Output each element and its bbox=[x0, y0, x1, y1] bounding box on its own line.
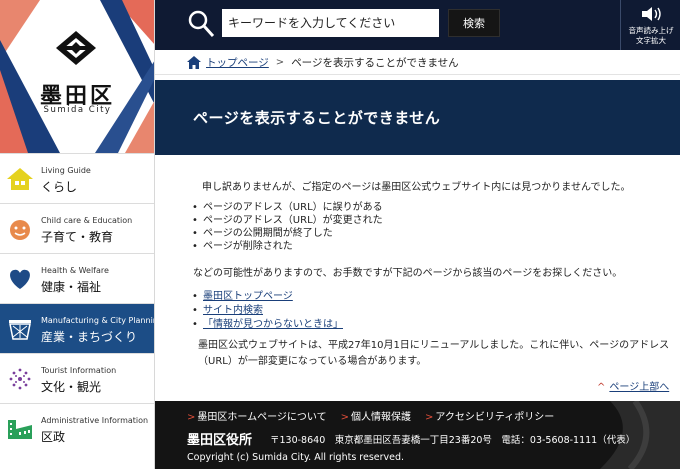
house-icon bbox=[7, 168, 33, 190]
voice-reader-button[interactable]: 音声読み上げ 文字拡大 bbox=[620, 0, 680, 50]
child-face-icon bbox=[10, 220, 30, 240]
sidebar-item-tourism[interactable]: Tourist Information 文化・観光 bbox=[0, 353, 154, 403]
sidebar-item-en-label: Child care & Education bbox=[41, 216, 133, 225]
logo-decoration bbox=[0, 0, 154, 153]
possibility-text: などの可能性がありますので、お手数ですが下記のページから該当のページをお探しくだ… bbox=[193, 268, 623, 279]
chevron-right-icon: > bbox=[275, 56, 285, 68]
sidebar-item-en-label: Manufacturing & City Planning bbox=[41, 316, 155, 325]
search-button[interactable]: 検索 bbox=[448, 9, 500, 37]
sumida-emblem-icon bbox=[56, 31, 96, 65]
footer-link-label: アクセシビリティポリシー bbox=[435, 412, 555, 423]
header: 検索 音声読み上げ 文字拡大 bbox=[155, 0, 680, 50]
fireworks-icon bbox=[9, 368, 31, 390]
basket-icon bbox=[9, 320, 31, 340]
list-item: • 「情報が見つからないときは」 bbox=[192, 319, 343, 330]
voice-line-1: 音声読み上げ bbox=[628, 26, 674, 35]
sidebar: 墨田区 Sumida City Living Guide くらし Child c… bbox=[0, 0, 155, 469]
footer-links: > 墨田区ホームページについて > 個人情報保護 > アクセシビリティポリシー bbox=[187, 408, 568, 423]
sidebar-item-jp-label: くらし bbox=[41, 180, 78, 194]
sidebar-item-jp-label: 産業・まちづくり bbox=[41, 330, 138, 344]
sidebar-item-health[interactable]: Health & Welfare 健康・福祉 bbox=[0, 253, 154, 303]
apology-text: 申し訳ありませんが、ご指定のページは墨田区公式ウェブサイト内には見つかりませんで… bbox=[202, 182, 631, 193]
logo-area[interactable]: 墨田区 Sumida City bbox=[0, 0, 154, 153]
sidebar-item-childcare[interactable]: Child care & Education 子育て・教育 bbox=[0, 203, 154, 253]
reason-list: • ページのアドレス（URL）に誤りがある • ページのアドレス（URL）が変更され… bbox=[192, 198, 383, 252]
sidebar-item-en-label: Health & Welfare bbox=[41, 266, 109, 275]
reason-text: ページが削除された bbox=[203, 241, 293, 252]
sidebar-item-jp-label: 健康・福祉 bbox=[41, 280, 102, 294]
sidebar-item-en-label: Tourist Information bbox=[41, 366, 117, 375]
renewal-notice: 墨田区公式ウェブサイトは、平成27年10月1日にリニューアルしました。これに伴い… bbox=[198, 340, 670, 367]
sidebar-item-jp-label: 区政 bbox=[41, 430, 66, 444]
home-icon bbox=[187, 55, 201, 69]
list-item: • サイト内検索 bbox=[192, 305, 263, 316]
list-item: • ページのアドレス（URL）が変更された bbox=[192, 215, 383, 226]
voice-reader-label: 音声読み上げ 文字拡大 bbox=[621, 26, 680, 46]
footer-link-accessibility[interactable]: > アクセシビリティポリシー bbox=[425, 408, 554, 423]
not-found-help-link[interactable]: 「情報が見つからないときは」 bbox=[203, 319, 343, 330]
footer-link-privacy[interactable]: > 個人情報保護 bbox=[341, 408, 411, 423]
chevron-right-icon: > bbox=[187, 412, 196, 423]
footer-office-name: 墨田区役所 bbox=[187, 433, 253, 448]
sidebar-item-manufacturing[interactable]: Manufacturing & City Planning 産業・まちづくり bbox=[0, 303, 154, 353]
sidebar-item-jp-label: 子育て・教育 bbox=[41, 230, 114, 244]
chevron-right-icon: > bbox=[340, 412, 349, 423]
title-band: ページを表示することができません bbox=[155, 80, 680, 155]
list-item: • 墨田区トップページ bbox=[192, 291, 293, 302]
sidebar-item-en-label: Administrative Information bbox=[41, 416, 149, 425]
sidebar-item-jp-label: 文化・観光 bbox=[41, 380, 102, 394]
page-top-link[interactable]: ^ ページ上部へ bbox=[597, 378, 669, 393]
breadcrumb: トップページ > ページを表示することができません bbox=[155, 50, 680, 75]
footer-link-label: 墨田区ホームページについて bbox=[197, 412, 327, 423]
breadcrumb-current: ページを表示することができません bbox=[291, 56, 459, 69]
breadcrumb-home-link[interactable]: トップページ bbox=[206, 55, 269, 70]
help-link-list: • 墨田区トップページ • サイト内検索 • 「情報が見つからないときは」 bbox=[192, 287, 343, 330]
heart-icon bbox=[10, 269, 30, 289]
sidebar-item-living[interactable]: Living Guide くらし bbox=[0, 153, 154, 203]
search-input[interactable] bbox=[222, 9, 439, 37]
speaker-icon bbox=[642, 7, 661, 21]
caret-up-icon: ^ bbox=[597, 382, 606, 393]
list-item: • ページが削除された bbox=[192, 241, 293, 252]
list-item: • ページのアドレス（URL）に誤りがある bbox=[192, 202, 383, 213]
copyright: Copyright (c) Sumida City. All rights re… bbox=[187, 452, 405, 463]
page-top-label: ページ上部へ bbox=[609, 382, 670, 393]
voice-line-2: 文字拡大 bbox=[636, 36, 666, 45]
page-title: ページを表示することができません bbox=[193, 109, 441, 127]
footer-link-label: 個人情報保護 bbox=[350, 412, 411, 423]
sidebar-item-en-label: Living Guide bbox=[41, 166, 91, 175]
chevron-right-icon: > bbox=[424, 412, 434, 423]
footer: > 墨田区ホームページについて > 個人情報保護 > アクセシビリティポリシー 墨田区… bbox=[155, 401, 680, 469]
search-icon[interactable] bbox=[187, 9, 215, 39]
sidebar-item-administration[interactable]: Administrative Information 区政 bbox=[0, 403, 154, 453]
brand-name-en: Sumida City bbox=[43, 105, 112, 115]
footer-address: 〒130-8640 東京都墨田区吾妻橋一丁目23番20号 電話：03-5608-… bbox=[270, 435, 636, 446]
footer-link-about[interactable]: > 墨田区ホームページについて bbox=[187, 408, 327, 423]
building-icon bbox=[8, 420, 32, 439]
